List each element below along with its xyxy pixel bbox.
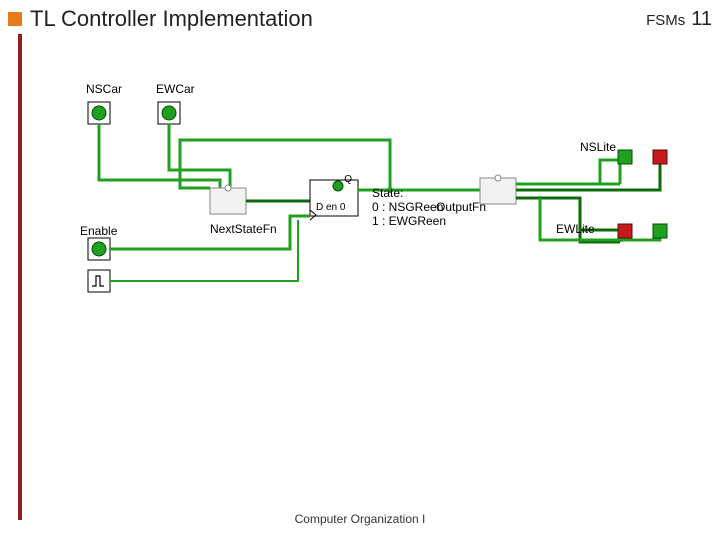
footer-credit: Computer Organization I xyxy=(0,512,720,526)
ewcar-pin xyxy=(158,102,180,124)
nextstate-block xyxy=(210,185,246,214)
output-label: OutputFn xyxy=(436,200,486,214)
page-number: 11 xyxy=(691,8,712,31)
ewcar-label: EWCar xyxy=(156,82,195,96)
left-rule xyxy=(18,34,22,520)
bullet-icon xyxy=(8,12,22,26)
nextstate-label: NextStateFn xyxy=(210,222,277,236)
svg-text:Q: Q xyxy=(344,174,352,185)
section-label: FSMs xyxy=(646,12,685,29)
state-title: State: xyxy=(372,186,403,200)
wire-nslite-split xyxy=(600,160,620,184)
enable-pin xyxy=(88,238,110,260)
wire-nscar xyxy=(99,124,220,188)
state-line1: 1 : EWGReen xyxy=(372,214,446,228)
svg-text:D en 0: D en 0 xyxy=(316,202,346,213)
wire-ewcar xyxy=(169,124,230,188)
title-right: FSMs 11 xyxy=(646,8,712,31)
nscar-label: NSCar xyxy=(86,82,122,96)
register-block: Q D en 0 xyxy=(310,174,358,220)
clock-pin xyxy=(88,270,110,292)
ewlite-led-green xyxy=(653,224,667,238)
circuit-diagram: Q D en 0 xyxy=(60,70,680,330)
slide-title: TL Controller Implementation xyxy=(30,6,313,32)
nslite-led-green xyxy=(618,150,632,164)
nslite-label: NSLite xyxy=(580,140,616,154)
state-line0: 0 : NSGReen xyxy=(372,200,443,214)
ewlite-label: EWLite xyxy=(556,222,595,236)
title-left: TL Controller Implementation xyxy=(8,6,313,32)
title-bar: TL Controller Implementation FSMs 11 xyxy=(8,6,712,32)
ewlite-led-red xyxy=(618,224,632,238)
nslite-led-red xyxy=(653,150,667,164)
nscar-pin xyxy=(88,102,110,124)
enable-label: Enable xyxy=(80,224,117,238)
